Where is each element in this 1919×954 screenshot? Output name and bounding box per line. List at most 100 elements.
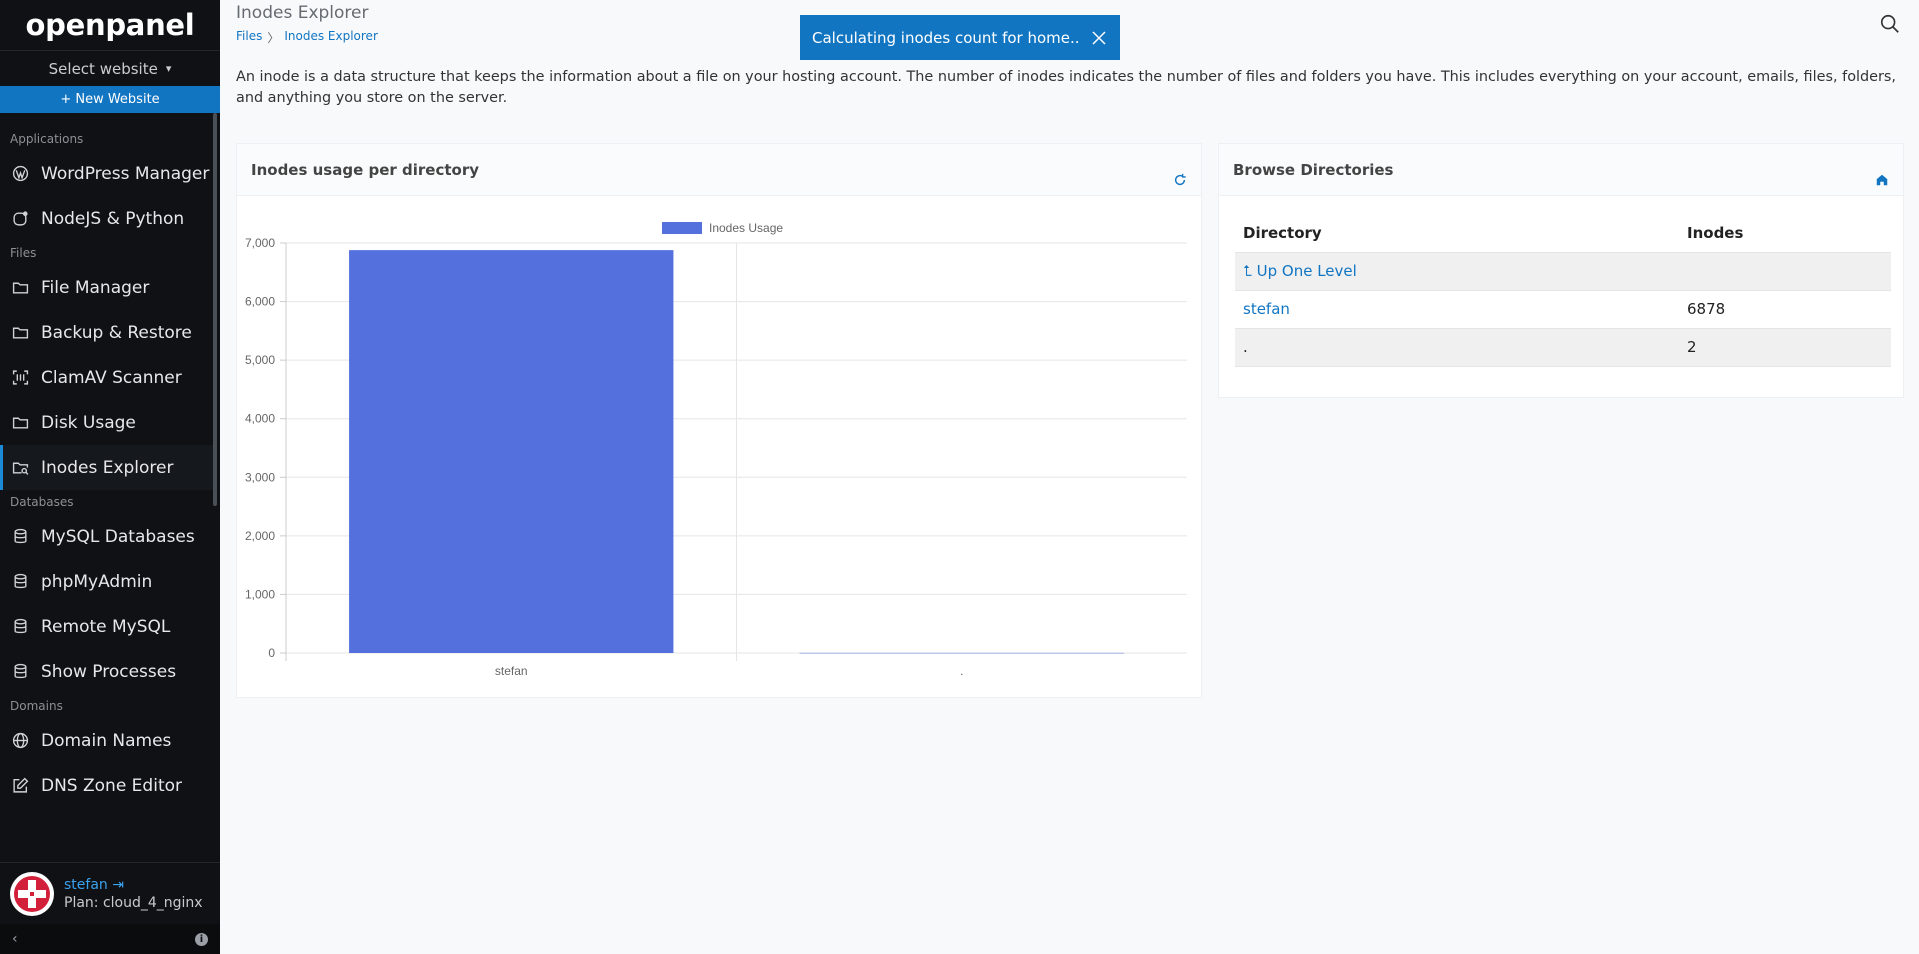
page-title: Inodes Explorer — [236, 3, 369, 23]
sidebar-section-label: Files — [10, 246, 37, 260]
y-tick-label: 4,000 — [245, 412, 275, 426]
browse-directories-card: Browse Directories Directory Inodes ⮤ Up… — [1218, 143, 1904, 398]
sidebar-item-show-processes[interactable]: Show Processes — [0, 649, 213, 694]
app-logo[interactable]: openpanel — [0, 0, 220, 50]
up-one-level-label: Up One Level — [1256, 262, 1357, 280]
sidebar-item-mysql-databases[interactable]: MySQL Databases — [0, 514, 213, 559]
close-icon[interactable] — [1090, 29, 1108, 47]
inodes-count: 6878 — [1679, 290, 1891, 329]
collapse-sidebar-icon[interactable]: ‹ — [12, 931, 18, 947]
legend-label: Inodes Usage — [709, 221, 783, 235]
sidebar-item-file-manager[interactable]: File Manager — [0, 265, 213, 310]
sidebar-item-label: WordPress Manager — [41, 163, 210, 184]
column-header-inodes: Inodes — [1679, 214, 1891, 253]
sidebar-item-label: phpMyAdmin — [41, 571, 153, 592]
table-row: ⮤ Up One Level — [1235, 252, 1891, 291]
breadcrumb: Files 〉 Inodes Explorer — [236, 29, 378, 46]
info-icon[interactable]: i — [195, 932, 208, 946]
database-remote-icon — [12, 618, 29, 635]
level-up-icon: ⮤ — [1243, 262, 1257, 280]
sidebar-footer: ‹ i — [0, 924, 220, 954]
y-tick-label: 3,000 — [245, 470, 275, 484]
website-select[interactable]: Select website ▾ — [0, 50, 220, 86]
sidebar-scrollbar[interactable] — [213, 113, 217, 506]
directories-table: Directory Inodes ⮤ Up One Level stefan 6… — [1235, 214, 1891, 367]
dir-card-title: Browse Directories — [1233, 160, 1394, 179]
sidebar: openpanel Select website ▾ + New Website… — [0, 0, 220, 954]
search-icon[interactable] — [1879, 13, 1901, 35]
sidebar-item-backup-restore[interactable]: Backup & Restore — [0, 310, 213, 355]
database-process-icon — [12, 663, 29, 680]
inodes-bar-chart: Inodes Usage 0 1,000 2,000 3,000 4,000 5,000 6,… — [245, 221, 1187, 678]
toast-message: Calculating inodes count for home.. — [812, 28, 1080, 47]
sidebar-item-label: MySQL Databases — [41, 526, 195, 547]
sidebar-section-label: Databases — [10, 495, 74, 509]
sidebar-section-label: Domains — [10, 699, 63, 713]
sidebar-item-dns-zone-editor[interactable]: DNS Zone Editor — [0, 763, 213, 808]
sidebar-item-label: File Manager — [41, 277, 150, 298]
toast-notification: Calculating inodes count for home.. — [800, 15, 1120, 60]
new-website-button[interactable]: + New Website — [0, 86, 220, 113]
folder-backup-icon — [12, 324, 29, 341]
home-icon[interactable] — [1875, 173, 1889, 187]
column-header-directory: Directory — [1235, 214, 1679, 253]
database-icon — [12, 528, 29, 545]
table-row: stefan 6878 — [1235, 290, 1891, 329]
sidebar-item-label: NodeJS & Python — [41, 208, 185, 229]
user-plan: Plan: cloud_4_nginx — [64, 894, 203, 911]
refresh-icon[interactable] — [1173, 173, 1187, 187]
sidebar-item-label: ClamAV Scanner — [41, 367, 182, 388]
sidebar-item-clamav-scanner[interactable]: ClamAV Scanner — [0, 355, 213, 400]
sidebar-section-label: Applications — [10, 132, 84, 146]
sidebar-item-label: Show Processes — [41, 661, 177, 682]
breadcrumb-files[interactable]: Files — [236, 29, 262, 46]
chart-card-title: Inodes usage per directory — [251, 160, 480, 179]
inodes-chart-card: Inodes usage per directory Inodes Usage 0… — [236, 143, 1202, 698]
bar-stefan — [349, 250, 674, 653]
legend-swatch — [662, 222, 702, 234]
directory-link[interactable]: stefan — [1243, 300, 1290, 318]
sidebar-item-label: Disk Usage — [41, 412, 136, 433]
wordpress-icon — [12, 165, 29, 182]
y-tick-label: 6,000 — [245, 295, 275, 309]
breadcrumb-separator-icon: 〉 — [267, 31, 280, 45]
website-select-label: Select website — [48, 59, 158, 78]
sidebar-item-inodes-explorer[interactable]: Inodes Explorer — [0, 445, 213, 490]
sidebar-item-remote-mysql[interactable]: Remote MySQL — [0, 604, 213, 649]
username-link[interactable]: stefan — [64, 877, 108, 893]
sidebar-item-label: Remote MySQL — [41, 616, 171, 637]
avatar[interactable] — [10, 871, 54, 916]
chevron-down-icon: ▾ — [165, 62, 172, 75]
sidebar-item-nodejs-python[interactable]: NodeJS & Python — [0, 196, 213, 241]
bar-dot — [799, 652, 1124, 654]
folder-search-icon — [12, 459, 29, 476]
y-tick-label: 5,000 — [245, 353, 275, 367]
avatar-image — [14, 875, 50, 912]
logout-icon[interactable]: ⇥ — [108, 877, 124, 893]
y-tick-label: 2,000 — [245, 529, 275, 543]
user-box: stefan ⇥ Plan: cloud_4_nginx — [0, 862, 220, 924]
sidebar-item-label: DNS Zone Editor — [41, 775, 182, 796]
folder-icon — [12, 279, 29, 296]
sidebar-item-wordpress-manager[interactable]: WordPress Manager — [0, 151, 213, 196]
inodes-count: 2 — [1679, 328, 1891, 367]
sidebar-nav: Applications WordPress Manager NodeJS & Py… — [0, 113, 213, 864]
main-content: Inodes Explorer Files 〉 Inodes Explorer … — [220, 0, 1919, 954]
scanner-icon — [12, 369, 29, 386]
sidebar-item-disk-usage[interactable]: Disk Usage — [0, 400, 213, 445]
y-tick-label: 7,000 — [245, 236, 275, 250]
y-tick-label: 1,000 — [245, 587, 275, 601]
x-tick-label: stefan — [495, 664, 528, 678]
up-one-level-link[interactable]: ⮤ Up One Level — [1243, 262, 1357, 280]
breadcrumb-inodes-explorer[interactable]: Inodes Explorer — [284, 29, 378, 46]
sidebar-item-label: Inodes Explorer — [41, 457, 174, 478]
sidebar-item-domain-names[interactable]: Domain Names — [0, 718, 213, 763]
globe-icon — [12, 732, 29, 749]
sidebar-item-phpmyadmin[interactable]: phpMyAdmin — [0, 559, 213, 604]
x-tick-label: . — [960, 664, 963, 678]
edit-icon — [12, 777, 29, 794]
directory-name: . — [1235, 328, 1679, 367]
nodejs-icon — [12, 210, 29, 227]
table-row: . 2 — [1235, 328, 1891, 367]
page-description: An inode is a data structure that keeps … — [236, 69, 1896, 106]
